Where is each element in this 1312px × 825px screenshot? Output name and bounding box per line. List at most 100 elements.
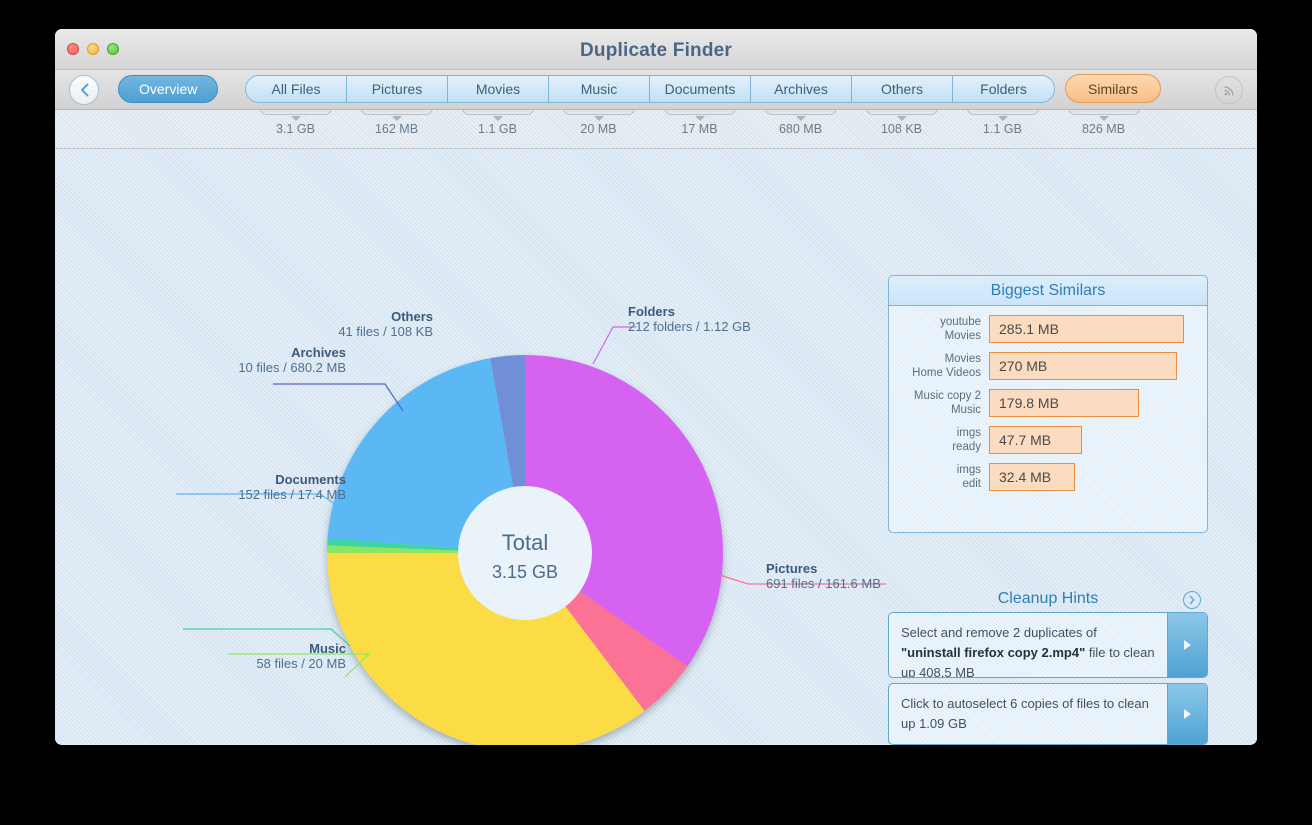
strip-pointer-icon xyxy=(593,116,604,121)
broadcast-button[interactable] xyxy=(1215,76,1243,104)
play-arrow-icon xyxy=(1184,709,1191,719)
similar-row[interactable]: imgs ready 47.7 MB xyxy=(889,426,1207,454)
similar-value: 270 MB xyxy=(999,358,1048,374)
tab-label: Music xyxy=(580,81,618,97)
size-value: 17 MB xyxy=(681,122,718,136)
cleanup-hints-more-button[interactable] xyxy=(1183,591,1201,609)
pie-label-documents: Documents 152 files / 17.4 MB xyxy=(183,472,346,502)
size-value: 826 MB xyxy=(1081,122,1126,136)
similar-row[interactable]: imgs edit 32.4 MB xyxy=(889,463,1207,491)
strip-cap xyxy=(966,110,1039,115)
chevron-left-icon xyxy=(80,83,88,97)
size-value: 108 KB xyxy=(880,122,922,136)
pie-label-detail: 10 files / 680.2 MB xyxy=(238,360,346,375)
window-title: Duplicate Finder xyxy=(579,40,733,61)
tab-label: Folders xyxy=(980,81,1027,97)
pie-label-detail: 212 folders / 1.12 GB xyxy=(628,319,751,334)
size-strip-cell: 20 MB xyxy=(548,110,649,148)
pie-label-detail: 41 files / 108 KB xyxy=(338,324,433,339)
strip-pointer-icon xyxy=(896,116,907,121)
tab-movies[interactable]: Movies xyxy=(448,76,549,102)
similar-bar: 270 MB xyxy=(989,352,1177,380)
pie-label-archives: Archives 10 files / 680.2 MB xyxy=(176,345,346,375)
tab-group: All Files Pictures Movies Music Documents Arc… xyxy=(245,75,1055,103)
size-strip-cell: 3.1 GB xyxy=(245,110,346,148)
size-strip-cell: 1.1 GB xyxy=(447,110,548,148)
size-strip-cell: 680 MB xyxy=(750,110,851,148)
size-strip-cell: 162 MB xyxy=(346,110,447,148)
pie-center-value: 3.15 GB xyxy=(492,562,558,582)
similar-value: 285.1 MB xyxy=(999,321,1059,337)
size-strip-cell: 826 MB xyxy=(1053,110,1154,148)
similar-label-line1: Music copy 2 xyxy=(913,390,981,402)
tab-folders[interactable]: Folders xyxy=(953,76,1054,102)
similar-row[interactable]: youtube Movies 285.1 MB xyxy=(889,315,1207,343)
strip-pointer-icon xyxy=(795,116,806,121)
back-button[interactable] xyxy=(69,75,99,105)
size-value: 20 MB xyxy=(580,122,617,136)
content-area: Total 3.15 GB Folders 212 folders / 1.12 G… xyxy=(55,149,1257,745)
strip-cap xyxy=(259,110,332,115)
tab-others[interactable]: Others xyxy=(852,76,953,102)
similar-value: 47.7 MB xyxy=(999,432,1052,448)
similar-label-line1: youtube xyxy=(940,316,981,328)
toolbar: Overview All Files Pictures Movies Music Doc… xyxy=(55,70,1257,110)
similar-bar: 47.7 MB xyxy=(989,426,1082,454)
cleanup-hint-text: Click to autoselect 6 copies of files to… xyxy=(901,696,1149,731)
strip-cap xyxy=(865,110,938,115)
tab-all-files[interactable]: All Files xyxy=(246,76,347,102)
pie-label-detail: 152 files / 17.4 MB xyxy=(238,487,346,502)
pie-chart-region: Total 3.15 GB Folders 212 folders / 1.12 G… xyxy=(73,149,923,745)
similar-label: Music copy 2 Music xyxy=(901,389,989,417)
biggest-similars-rows: youtube Movies 285.1 MB Movies Home Videos 27… xyxy=(889,315,1207,491)
chevron-right-icon xyxy=(1189,595,1195,605)
tab-similars[interactable]: Similars xyxy=(1065,74,1161,103)
similar-label: Movies Home Videos xyxy=(901,352,989,380)
strip-cap xyxy=(764,110,837,115)
size-value: 3.1 GB xyxy=(276,122,315,136)
tab-pictures[interactable]: Pictures xyxy=(347,76,448,102)
tab-music[interactable]: Music xyxy=(549,76,650,102)
similar-label: imgs ready xyxy=(901,426,989,454)
strip-cap xyxy=(562,110,635,115)
size-strip-cell: 108 KB xyxy=(851,110,952,148)
tab-overview-label: Overview xyxy=(139,81,198,97)
size-value: 1.1 GB xyxy=(983,122,1022,136)
tab-overview[interactable]: Overview xyxy=(118,75,219,103)
strip-cap xyxy=(461,110,534,115)
tab-label: Movies xyxy=(475,81,521,97)
size-strip-cell: 1.1 GB xyxy=(952,110,1053,148)
similar-label: youtube Movies xyxy=(901,315,989,343)
similar-label-line2: ready xyxy=(952,441,981,453)
strip-pointer-icon xyxy=(1098,116,1109,121)
app-window: Duplicate Finder Overview All Files Pictu… xyxy=(55,29,1257,745)
tab-similars-label: Similars xyxy=(1088,80,1138,97)
pie-center-title: Total xyxy=(502,530,548,555)
tab-label: All Files xyxy=(271,81,321,97)
biggest-similars-title: Biggest Similars xyxy=(889,276,1207,306)
strip-pointer-icon xyxy=(997,116,1008,121)
rss-icon xyxy=(1223,86,1233,96)
tab-label: Pictures xyxy=(371,81,423,97)
pie-chart[interactable]: Total 3.15 GB xyxy=(73,149,923,745)
pie-label-others: Others 41 files / 108 KB xyxy=(273,309,433,339)
strip-pointer-icon xyxy=(391,116,402,121)
similar-label-line2: Movies xyxy=(944,330,981,342)
similar-label-line2: Music xyxy=(950,404,981,416)
pie-label-detail: 58 files / 20 MB xyxy=(256,656,346,671)
play-arrow-icon xyxy=(1184,640,1191,650)
cleanup-hint-apply-button[interactable] xyxy=(1167,684,1207,744)
strip-pointer-icon xyxy=(492,116,503,121)
similar-bar: 32.4 MB xyxy=(989,463,1075,491)
cleanup-hint-apply-button[interactable] xyxy=(1167,613,1207,677)
cleanup-hint-item[interactable]: Select and remove 2 duplicates of "unins… xyxy=(888,612,1208,678)
pie-label-name: Archives xyxy=(291,345,346,360)
tab-documents[interactable]: Documents xyxy=(650,76,751,102)
cleanup-hint-item[interactable]: Click to autoselect 6 copies of files to… xyxy=(888,683,1208,745)
similar-row[interactable]: Movies Home Videos 270 MB xyxy=(889,352,1207,380)
similar-row[interactable]: Music copy 2 Music 179.8 MB xyxy=(889,389,1207,417)
cleanup-hints-title: Cleanup Hints xyxy=(997,590,1099,607)
tab-archives[interactable]: Archives xyxy=(751,76,852,102)
similar-label-line2: Home Videos xyxy=(912,367,981,379)
size-strip: 3.1 GB 162 MB 1.1 GB 20 MB 17 MB 680 MB 108 KB… xyxy=(55,110,1257,149)
